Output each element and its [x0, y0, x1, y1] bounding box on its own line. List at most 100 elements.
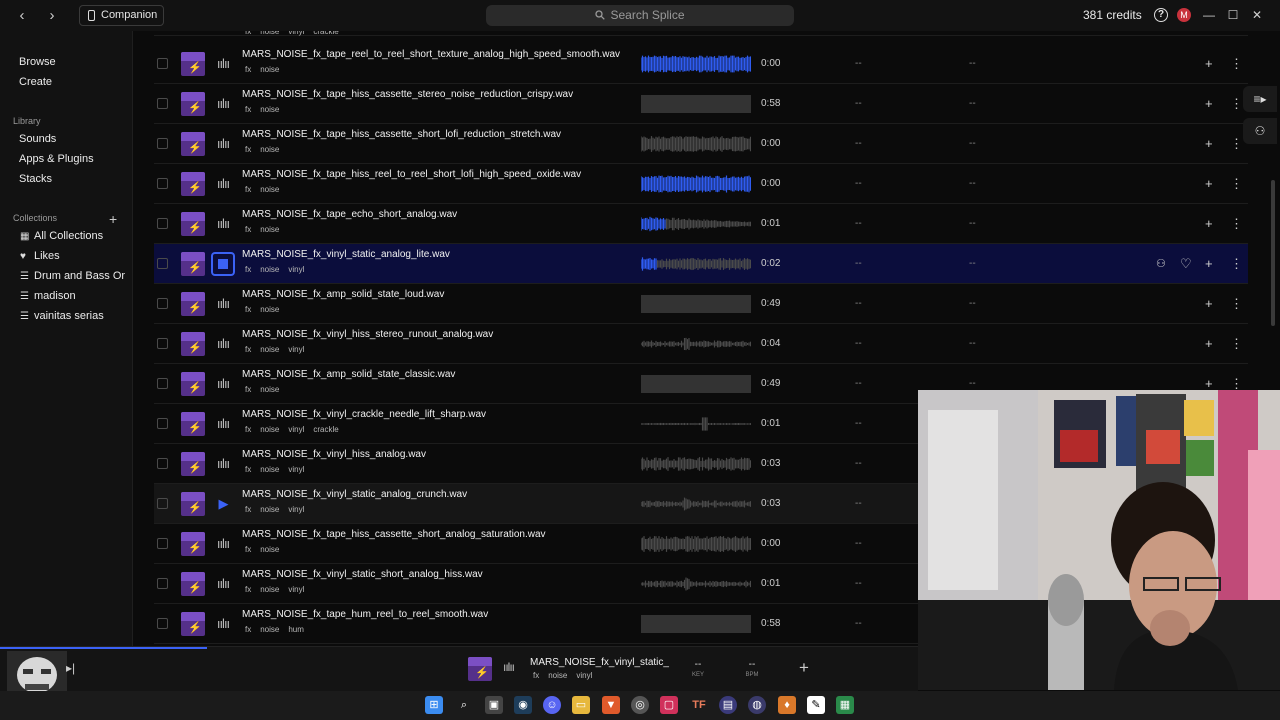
more-options-icon[interactable]: ⋮	[1230, 336, 1243, 352]
sample-name[interactable]: MARS_NOISE_fx_tape_hiss_reel_to_reel_sho…	[242, 169, 581, 180]
play-icon[interactable]: ▶	[211, 492, 235, 516]
row-checkbox[interactable]	[157, 378, 168, 389]
sidebar-item-apps-plugins[interactable]: Apps & Plugins	[19, 153, 94, 165]
waveform-icon[interactable]: ıılıı	[211, 532, 235, 556]
sample-name[interactable]: MARS_NOISE_fx_vinyl_crackle_needle_lift_…	[242, 409, 486, 420]
sample-name[interactable]: MARS_NOISE_fx_amp_solid_state_loud.wav	[242, 289, 444, 300]
add-to-collection-button[interactable]: +	[1205, 136, 1213, 152]
app-icon[interactable]: ▦	[836, 696, 854, 714]
more-options-icon[interactable]: ⋮	[1230, 56, 1243, 72]
waveform[interactable]	[641, 134, 751, 154]
add-collection-button[interactable]: +	[109, 211, 117, 227]
sample-name[interactable]: MARS_NOISE_fx_tape_echo_short_analog.wav	[242, 209, 457, 220]
windows-start-icon[interactable]: ⊞	[425, 696, 443, 714]
tag[interactable]: vinyl	[288, 585, 304, 594]
tag[interactable]: fx	[245, 465, 251, 474]
tag[interactable]: vinyl	[288, 345, 304, 354]
app-icon[interactable]: ▤	[719, 696, 737, 714]
discord-icon[interactable]: ☺	[543, 696, 561, 714]
player-sample-name[interactable]: MARS_NOISE_fx_vinyl_static_	[530, 657, 669, 668]
tag[interactable]: noise	[260, 145, 279, 154]
waveform[interactable]	[641, 534, 751, 554]
add-to-collection-button[interactable]: +	[1205, 96, 1213, 112]
notes-icon[interactable]: ✎	[807, 696, 825, 714]
table-row[interactable]: ⚡ ıılıı MARS_NOISE_fx_tape_hiss_reel_to_re…	[154, 164, 1248, 204]
add-to-collection-button[interactable]: +	[1205, 296, 1213, 312]
more-options-icon[interactable]: ⋮	[1230, 176, 1243, 192]
playback-progress[interactable]	[0, 647, 207, 649]
row-checkbox[interactable]	[157, 58, 168, 69]
row-checkbox[interactable]	[157, 178, 168, 189]
add-to-collection-button[interactable]: +	[1205, 56, 1213, 72]
tag[interactable]: fx	[245, 425, 251, 434]
table-row[interactable]: ⚡ ıılıı MARS_NOISE_fx_tape_hiss_cassette_s…	[154, 84, 1248, 124]
tag[interactable]: fx	[245, 345, 251, 354]
help-icon[interactable]: ?	[1154, 8, 1168, 22]
row-checkbox[interactable]	[157, 578, 168, 589]
similar-sounds-icon[interactable]: ⚇	[1156, 256, 1166, 272]
waveform[interactable]	[641, 334, 751, 354]
row-checkbox[interactable]	[157, 138, 168, 149]
sample-name[interactable]: MARS_NOISE_fx_tape_hiss_cassette_short_a…	[242, 529, 546, 540]
tag[interactable]: noise	[260, 265, 279, 274]
tag[interactable]: vinyl	[288, 465, 304, 474]
waveform-icon[interactable]: ıılıı	[503, 660, 515, 674]
add-to-collection-button[interactable]: +	[1205, 256, 1213, 272]
waveform[interactable]	[641, 574, 751, 594]
tag[interactable]: fx	[245, 545, 251, 554]
splice-icon[interactable]: ▢	[660, 696, 678, 714]
waveform-icon[interactable]: ıılıı	[211, 612, 235, 636]
tag[interactable]: noise	[260, 225, 279, 234]
add-to-collection-button[interactable]: +	[1205, 336, 1213, 352]
queue-icon[interactable]: ≡▸	[1243, 86, 1277, 112]
tag[interactable]: fx	[245, 185, 251, 194]
tag[interactable]: noise	[260, 625, 279, 634]
row-checkbox[interactable]	[157, 218, 168, 229]
folder-icon[interactable]: ▭	[572, 696, 590, 714]
row-checkbox[interactable]	[157, 458, 168, 469]
waveform-icon[interactable]: ıılıı	[211, 292, 235, 316]
sample-name[interactable]: MARS_NOISE_fx_tape_hum_reel_to_reel_smoo…	[242, 609, 488, 620]
waveform-icon[interactable]: ıılıı	[211, 172, 235, 196]
sample-name[interactable]: MARS_NOISE_fx_vinyl_static_analog_crunch…	[242, 489, 467, 500]
sidebar-collection-item[interactable]: ▦ All Collections	[20, 230, 103, 242]
waveform[interactable]	[641, 254, 751, 274]
tag[interactable]: fx	[245, 105, 251, 114]
tag[interactable]: noise	[260, 31, 279, 36]
tag[interactable]: noise	[260, 465, 279, 474]
sample-name[interactable]: MARS_NOISE_fx_amp_solid_state_classic.wa…	[242, 369, 455, 380]
sidebar-item-stacks[interactable]: Stacks	[19, 173, 52, 185]
waveform-icon[interactable]: ıılıı	[211, 52, 235, 76]
sample-name[interactable]: MARS_NOISE_fx_tape_hiss_cassette_stereo_…	[242, 89, 573, 100]
sample-name[interactable]: MARS_NOISE_fx_tape_reel_to_reel_short_te…	[242, 49, 620, 60]
table-row[interactable]: ⚡ ıılıı MARS_NOISE_fx_tape_reel_to_reel_sh…	[154, 44, 1248, 84]
waveform-icon[interactable]: ıılıı	[211, 572, 235, 596]
like-heart-icon[interactable]: ♡	[1180, 256, 1192, 272]
brave-icon[interactable]: ▼	[602, 696, 620, 714]
tag[interactable]: noise	[260, 545, 279, 554]
close-icon[interactable]: ✕	[1249, 6, 1265, 24]
tag[interactable]: fx	[245, 225, 251, 234]
waveform[interactable]	[641, 94, 751, 114]
forward-arrow-icon[interactable]: ›	[42, 6, 62, 26]
tag[interactable]: noise	[548, 671, 567, 680]
waveform[interactable]	[641, 494, 751, 514]
player-add-button[interactable]: +	[799, 658, 809, 678]
skip-next-icon[interactable]: ▸|	[66, 661, 75, 675]
obs-icon[interactable]: ◎	[631, 696, 649, 714]
tf-icon[interactable]: TF	[690, 696, 708, 714]
app-icon[interactable]: ◍	[748, 696, 766, 714]
row-checkbox[interactable]	[157, 538, 168, 549]
sidebar-item-sounds[interactable]: Sounds	[19, 133, 56, 145]
sample-name[interactable]: MARS_NOISE_fx_vinyl_hiss_analog.wav	[242, 449, 426, 460]
more-options-icon[interactable]: ⋮	[1230, 96, 1243, 112]
fl-studio-icon[interactable]: ♦	[778, 696, 796, 714]
credits-count[interactable]: 381 credits	[1083, 8, 1142, 22]
tag[interactable]: noise	[260, 505, 279, 514]
tag[interactable]: vinyl	[576, 671, 592, 680]
list-item-partial[interactable]: fx noise vinyl crackle	[154, 31, 1248, 36]
maximize-icon[interactable]: ☐	[1225, 6, 1241, 24]
sample-name[interactable]: MARS_NOISE_fx_tape_hiss_cassette_short_l…	[242, 129, 561, 140]
tag[interactable]: fx	[245, 305, 251, 314]
sidebar-collection-item[interactable]: ☰ vainitas serias	[20, 310, 104, 322]
